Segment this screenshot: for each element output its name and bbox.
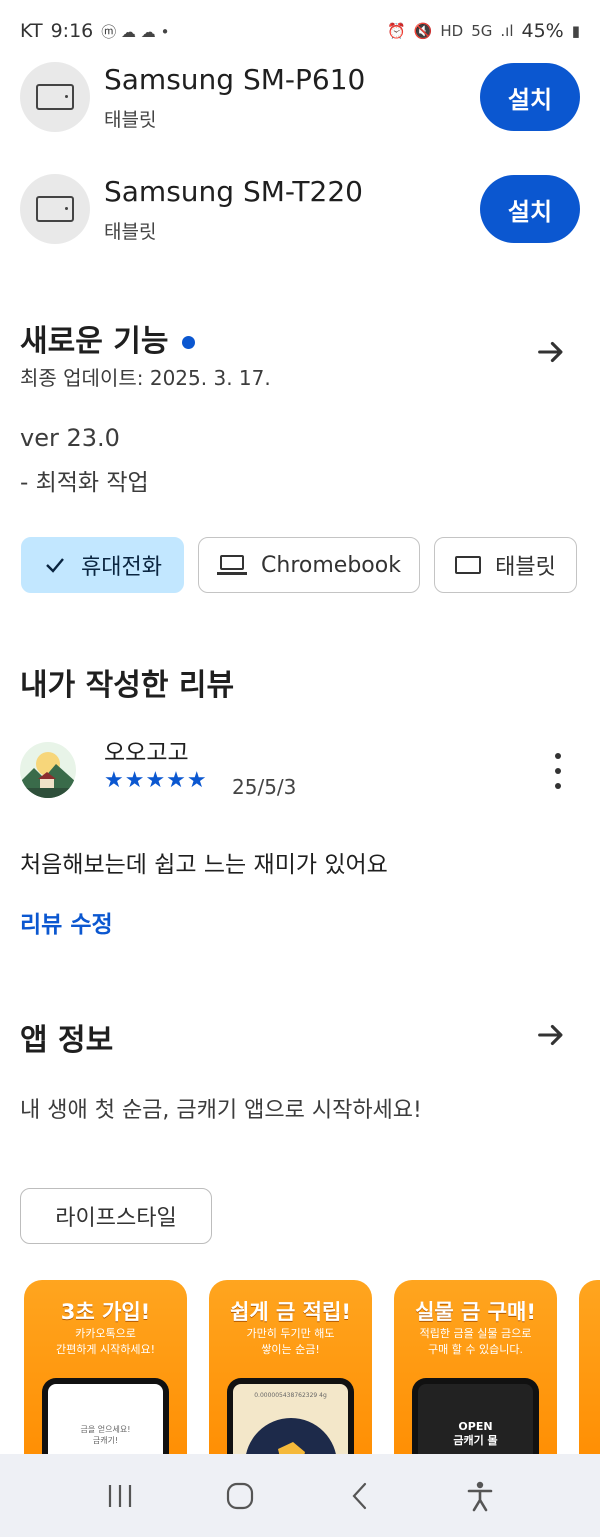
battery-percent: 45% <box>521 20 564 42</box>
laptop-icon <box>217 555 248 575</box>
phone-screen: OPEN 금캐기 몰 <box>418 1384 533 1454</box>
accessibility-icon <box>467 1481 493 1511</box>
device-avatar <box>20 174 90 244</box>
device-name: Samsung SM-P610 <box>104 62 366 96</box>
chip-label: 태블릿 <box>495 555 556 580</box>
check-icon <box>46 558 64 573</box>
screenshot-title: 3초 가입! <box>60 1300 151 1324</box>
phone-screen-text: 0.000005438762329 4g <box>254 1392 327 1399</box>
chip-label: Chromebook <box>261 552 401 578</box>
tablet-icon <box>36 196 74 222</box>
phone-mockup: 0.000005438762329 4g <box>227 1378 354 1454</box>
device-type: 태블릿 <box>104 108 157 131</box>
chip-label: 휴대전화 <box>81 555 162 580</box>
phone-screen: 금을 얻으세요! 금캐기! <box>48 1384 163 1454</box>
more-options-icon[interactable] <box>548 753 568 789</box>
recent-apps-icon <box>108 1484 132 1507</box>
gold-globe-image <box>246 1418 336 1454</box>
chip-chromebook[interactable]: Chromebook <box>198 537 420 593</box>
new-indicator-dot <box>182 336 196 349</box>
device-avatar <box>20 62 90 132</box>
screenshot-card[interactable] <box>579 1280 600 1454</box>
screenshot-subtitle: 카카오톡으로 간편하게 시작하세요! <box>56 1327 155 1356</box>
device-type: 태블릿 <box>104 220 157 243</box>
phone-screen: 0.000005438762329 4g <box>233 1384 348 1454</box>
accessibility-button[interactable] <box>450 1471 510 1521</box>
recent-apps-button[interactable] <box>90 1471 150 1521</box>
device-row: Samsung SM-T220 태블릿 설치 <box>20 164 580 254</box>
chip-tablet[interactable]: 태블릿 <box>434 537 577 593</box>
tablet-icon <box>36 84 74 110</box>
back-button[interactable] <box>330 1471 390 1521</box>
screenshot-card[interactable]: 쉽게 금 적립! 가만히 두기만 해도 쌓이는 순금! 0.0000054387… <box>209 1280 372 1454</box>
hd-icon: HD <box>440 22 464 40</box>
device-info: Samsung SM-P610 태블릿 <box>104 63 480 132</box>
category-chip[interactable]: 라이프스타일 <box>20 1188 212 1244</box>
device-info: Samsung SM-T220 태블릿 <box>104 175 480 244</box>
screenshot-subtitle: 적립한 금을 실물 금으로 구매 할 수 있습니다. <box>419 1327 532 1356</box>
app-info-title: 앱 정보 <box>20 1023 114 1058</box>
signal-icon: .ıl <box>500 22 514 40</box>
phone-screen-text: 금을 얻으세요! 금캐기! <box>80 1425 131 1445</box>
chip-phone[interactable]: 휴대전화 <box>21 537 184 593</box>
reviewer-name: 오오고고 <box>104 740 189 766</box>
app-description: 내 생애 첫 순금, 금캐기 앱으로 시작하세요! <box>20 1098 422 1123</box>
clock: 9:16 <box>50 20 94 42</box>
screenshot-subtitle: 가만히 두기만 해도 쌓이는 순금! <box>246 1327 335 1356</box>
status-left: KT 9:16 ⓜ ☁ ☁ • <box>20 20 169 42</box>
phone-mockup: 금을 얻으세요! 금캐기! <box>42 1378 169 1454</box>
notification-icons: ⓜ ☁ ☁ • <box>101 22 170 41</box>
alarm-icon: ⏰ <box>387 22 406 40</box>
system-nav-bar <box>0 1454 600 1537</box>
device-name: Samsung SM-T220 <box>104 174 363 208</box>
last-updated: 최종 업데이트: 2025. 3. 17. <box>20 366 271 390</box>
star-rating: ★★★★★ <box>104 768 208 793</box>
battery-icon: ▮ <box>571 22 580 40</box>
my-review-title: 내가 작성한 리뷰 <box>20 668 235 703</box>
avatar <box>20 742 76 798</box>
phone-mockup: OPEN 금캐기 몰 <box>412 1378 539 1454</box>
arrow-right-icon[interactable] <box>534 1018 568 1052</box>
device-row: Samsung SM-P610 태블릿 설치 <box>20 52 580 142</box>
version-text: ver 23.0 <box>20 424 120 452</box>
back-icon <box>352 1482 367 1509</box>
screenshot-carousel[interactable]: 3초 가입! 카카오톡으로 간편하게 시작하세요! 금을 얻으세요! 금캐기! … <box>24 1280 600 1454</box>
screenshot-title: 실물 금 구매! <box>415 1300 536 1324</box>
app-info-header[interactable]: 앱 정보 <box>20 1015 113 1059</box>
phone-screen-text: OPEN 금캐기 몰 <box>453 1420 498 1447</box>
carrier-label: KT <box>20 20 43 42</box>
install-button[interactable]: 설치 <box>480 63 580 131</box>
update-note: - 최적화 작업 <box>20 470 149 496</box>
arrow-right-icon[interactable] <box>534 335 568 369</box>
review-text: 처음해보는데 쉽고 느는 재미가 있어요 <box>20 852 388 878</box>
screenshot-card[interactable]: 실물 금 구매! 적립한 금을 실물 금으로 구매 할 수 있습니다. OPEN… <box>394 1280 557 1454</box>
edit-review-link[interactable]: 리뷰 수정 <box>20 905 113 939</box>
screenshot-card[interactable]: 3초 가입! 카카오톡으로 간편하게 시작하세요! 금을 얻으세요! 금캐기! <box>24 1280 187 1454</box>
whats-new-title: 새로운 기능 <box>20 324 169 359</box>
tablet-icon <box>455 556 482 574</box>
home-button[interactable] <box>210 1471 270 1521</box>
install-button[interactable]: 설치 <box>480 175 580 243</box>
network-type: 5G <box>471 22 493 40</box>
mute-icon: 🔇 <box>413 22 433 40</box>
status-right: ⏰ 🔇 HD 5G .ıl 45% ▮ <box>387 20 580 42</box>
screenshot-title: 쉽게 금 적립! <box>230 1300 351 1324</box>
whats-new-header[interactable]: 새로운 기능 <box>20 316 196 360</box>
review-date: 25/5/3 <box>232 775 297 799</box>
home-icon <box>226 1482 254 1509</box>
